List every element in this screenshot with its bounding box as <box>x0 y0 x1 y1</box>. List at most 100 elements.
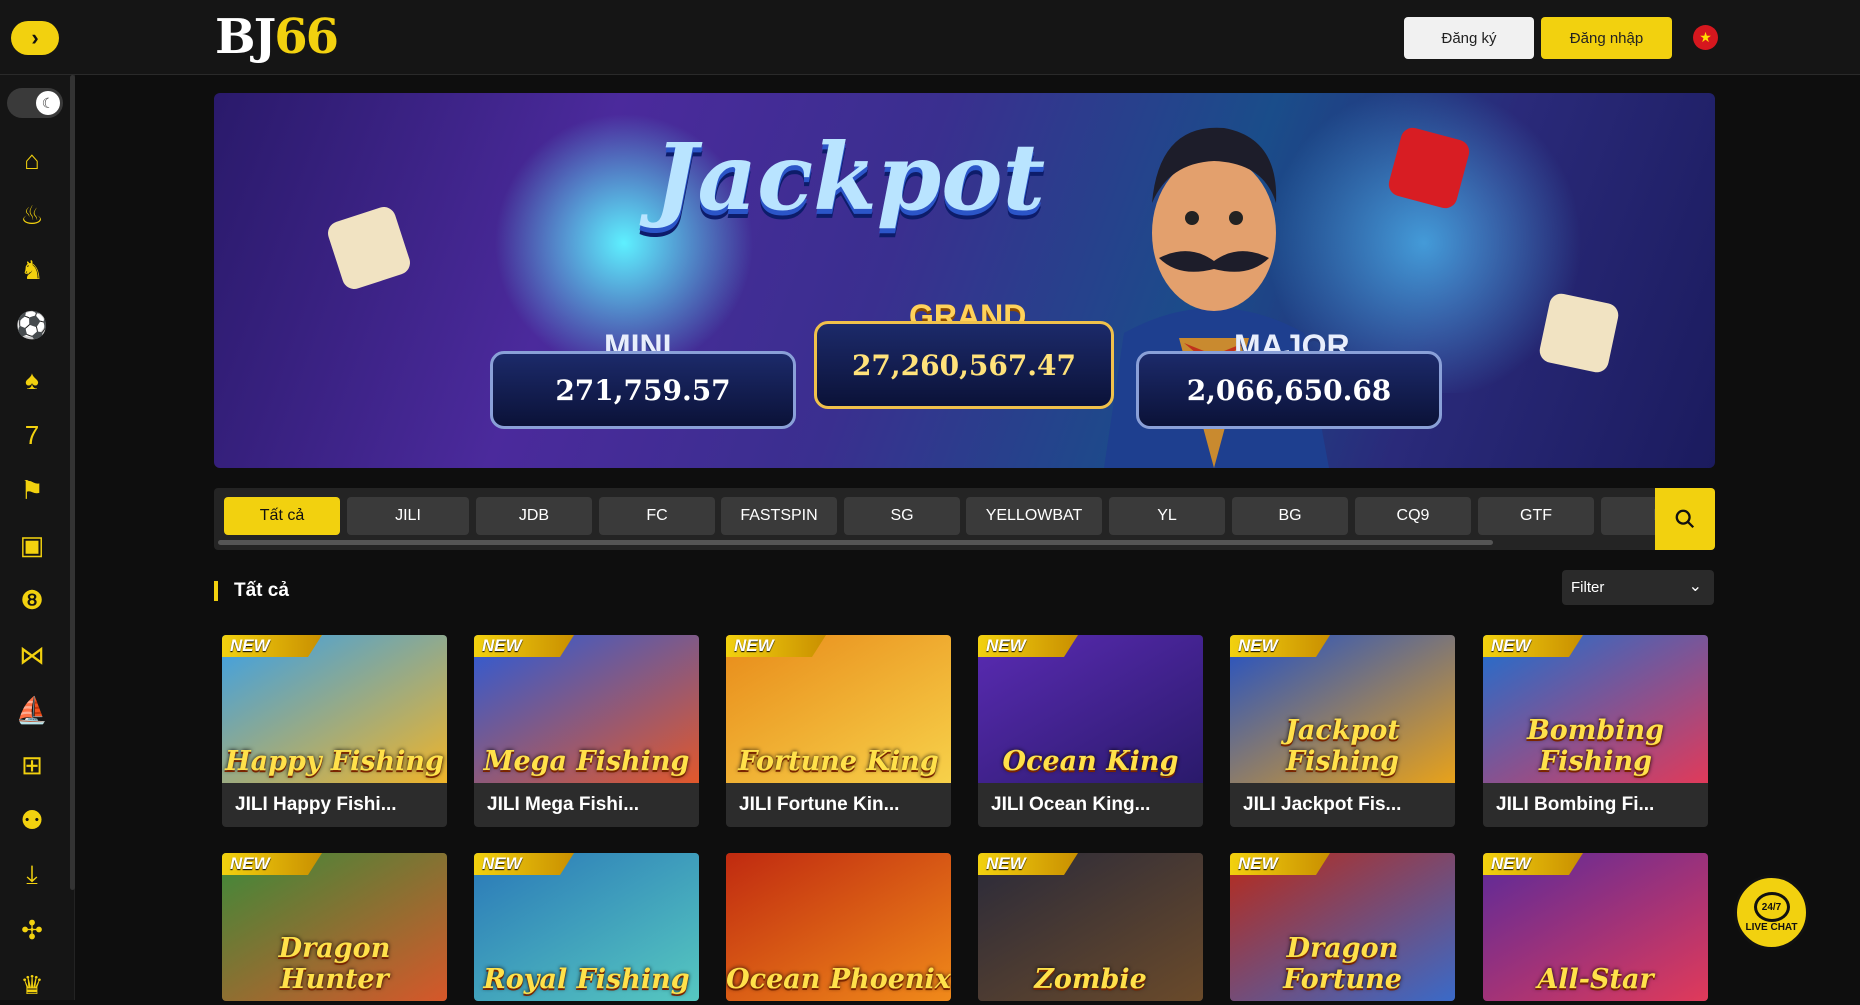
slot-icon[interactable]: ▣ <box>12 525 52 565</box>
tab-cq9[interactable]: CQ9 <box>1355 497 1471 535</box>
sidebar-scrollbar[interactable] <box>70 75 75 890</box>
logo-text-left: BJ <box>215 9 276 65</box>
lottery-ball-icon[interactable]: ❽ <box>12 580 52 620</box>
tab-bg[interactable]: BG <box>1232 497 1348 535</box>
moon-icon: ☾ <box>36 91 60 115</box>
tab-label: JDB <box>518 507 550 524</box>
tab-label: JILI <box>395 507 421 524</box>
fire-icon[interactable]: ♨ <box>12 195 52 235</box>
chevron-right-icon[interactable]: › <box>11 21 59 55</box>
tab-fastspin[interactable]: FASTSPIN <box>721 497 837 535</box>
major-jackpot-box: 2,066,650.68 <box>1136 351 1442 429</box>
filter-label: Filter <box>1571 579 1605 596</box>
tab-yellowbat[interactable]: YELLOWBAT <box>966 497 1102 535</box>
logo-text-right: 66 <box>274 9 339 65</box>
game-card[interactable]: NEW Dragon Hunter <box>222 853 447 1001</box>
fish-icon[interactable]: ⋈ <box>12 635 52 675</box>
game-thumbnail[interactable]: NEW Jackpot Fishing <box>1230 635 1455 783</box>
section-accent <box>214 581 218 601</box>
game-card[interactable]: NEW Dragon Fortune <box>1230 853 1455 1001</box>
jackpot-title: Jackpot <box>654 123 1046 231</box>
game-thumbnail[interactable]: NEW Happy Fishing <box>222 635 447 783</box>
new-badge: NEW <box>978 635 1078 657</box>
gift-icon[interactable]: ⊞ <box>12 745 52 785</box>
game-name: JILI Ocean King... <box>991 794 1151 815</box>
game-thumbnail[interactable]: NEW Dragon Fortune <box>1230 853 1455 1001</box>
live-chat-button[interactable]: 24/7 LIVE CHAT <box>1734 875 1809 950</box>
tab-jili[interactable]: JILI <box>347 497 469 535</box>
dice-icon <box>324 203 414 293</box>
new-badge: NEW <box>726 635 826 657</box>
game-thumbnail[interactable]: NEW All-Star <box>1483 853 1708 1001</box>
tab-t-t-c-[interactable]: Tất cả <box>224 497 340 535</box>
boat-icon[interactable]: ⛵ <box>12 690 52 730</box>
game-thumbnail[interactable]: NEW Royal Fishing <box>474 853 699 1001</box>
filter-select[interactable]: Filter ⌄ <box>1562 570 1714 605</box>
soccer-icon[interactable]: ⚽ <box>12 305 52 345</box>
new-badge: NEW <box>474 853 574 875</box>
jackpot-banner[interactable]: Jackpot MINI 271,759.57 GRAND 27,260,567… <box>214 93 1715 468</box>
game-art-title: Happy Fishing <box>225 746 444 777</box>
game-card[interactable]: NEW Happy Fishing JILI Happy Fishi... <box>222 635 447 827</box>
game-card[interactable]: NEW Ocean King JILI Ocean King... <box>978 635 1203 827</box>
rooster-icon[interactable]: ♞ <box>12 250 52 290</box>
game-thumbnail[interactable]: NEW Bombing Fishing <box>1483 635 1708 783</box>
tab-label: YL <box>1157 507 1177 524</box>
section-title: Tất cả <box>234 580 289 601</box>
game-card[interactable]: NEW Bombing Fishing JILI Bombing Fi... <box>1483 635 1708 827</box>
tab-gtf[interactable]: GTF <box>1478 497 1594 535</box>
game-card[interactable]: NEW Fortune King JILI Fortune Kin... <box>726 635 951 827</box>
mini-value: 271,759.57 <box>555 373 731 407</box>
game-card[interactable]: NEW All-Star <box>1483 853 1708 1001</box>
number-seven-icon[interactable]: 7 <box>12 415 52 455</box>
game-thumbnail[interactable]: NEW Mega Fishing <box>474 635 699 783</box>
game-name: JILI Jackpot Fis... <box>1243 794 1402 815</box>
dark-mode-toggle[interactable]: ☾ <box>7 88 63 118</box>
game-art-title: Bombing Fishing <box>1526 715 1665 777</box>
game-art-title: Royal Fishing <box>483 964 690 995</box>
livechat-hours: 24/7 <box>1761 901 1782 913</box>
game-card[interactable]: NEW Mega Fishing JILI Mega Fishi... <box>474 635 699 827</box>
spade-icon[interactable]: ♠ <box>12 360 52 400</box>
game-card[interactable]: NEW Zombie <box>978 853 1203 1001</box>
users-icon[interactable]: ⚉ <box>12 800 52 840</box>
home-icon[interactable]: ⌂ <box>12 140 52 180</box>
tab-yl[interactable]: YL <box>1109 497 1225 535</box>
game-card[interactable]: NEW Jackpot Fishing JILI Jackpot Fis... <box>1230 635 1455 827</box>
grand-value: 27,260,567.47 <box>851 348 1077 382</box>
tab-label: SG <box>890 507 914 524</box>
game-card[interactable]: NEW Royal Fishing <box>474 853 699 1001</box>
tabs-scrollbar[interactable] <box>218 540 1493 545</box>
rocket-icon[interactable]: ⚑ <box>12 470 52 510</box>
site-logo[interactable]: BJ66 <box>215 9 339 65</box>
game-thumbnail[interactable]: Ocean Phoenix <box>726 853 951 1001</box>
top-header: › BJ66 Đăng ký Đăng nhập ★ <box>0 0 1860 75</box>
tab-fc[interactable]: FC <box>599 497 715 535</box>
search-button[interactable] <box>1655 488 1715 550</box>
game-card[interactable]: Ocean Phoenix <box>726 853 951 1001</box>
tab-label: YELLOWBAT <box>985 507 1083 524</box>
new-badge: NEW <box>1230 853 1330 875</box>
game-thumbnail[interactable]: NEW Fortune King <box>726 635 951 783</box>
login-button[interactable]: Đăng nhập <box>1541 17 1672 59</box>
mini-jackpot-box: 271,759.57 <box>490 351 796 429</box>
chevron-down-icon: ⌄ <box>1688 578 1702 595</box>
game-art-title: Zombie <box>1034 964 1147 995</box>
new-badge: NEW <box>474 635 574 657</box>
search-icon <box>1675 509 1695 529</box>
vietnam-flag-icon[interactable]: ★ <box>1693 25 1718 50</box>
major-value: 2,066,650.68 <box>1186 373 1392 407</box>
download-icon[interactable]: ⤓ <box>12 855 52 895</box>
game-thumbnail[interactable]: NEW Zombie <box>978 853 1203 1001</box>
tab-jdb[interactable]: JDB <box>476 497 592 535</box>
game-thumbnail[interactable]: NEW Ocean King <box>978 635 1203 783</box>
tab-label: FC <box>646 507 668 524</box>
tab-sg[interactable]: SG <box>844 497 960 535</box>
register-button[interactable]: Đăng ký <box>1404 17 1534 59</box>
game-name: JILI Fortune Kin... <box>739 794 900 815</box>
tab-label: FASTSPIN <box>740 507 818 524</box>
game-thumbnail[interactable]: NEW Dragon Hunter <box>222 853 447 1001</box>
crown-icon[interactable]: ♛ <box>12 965 52 1005</box>
flower-icon[interactable]: ✣ <box>12 910 52 950</box>
new-badge: NEW <box>222 635 322 657</box>
